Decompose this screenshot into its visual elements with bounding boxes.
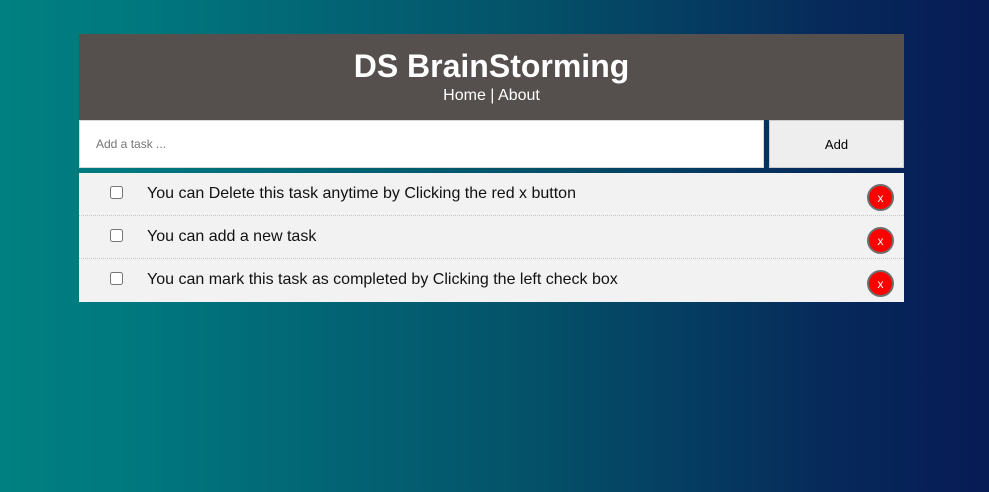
task-checkbox[interactable] [110, 186, 123, 199]
delete-task-button[interactable]: x [867, 184, 894, 211]
task-text: You can mark this task as completed by C… [147, 271, 618, 288]
task-item: You can add a new task x [79, 216, 904, 259]
task-input[interactable] [79, 120, 764, 168]
add-task-row: Add [79, 120, 904, 168]
nav-link-about[interactable]: About [498, 87, 540, 104]
task-text: You can add a new task [147, 228, 317, 245]
task-checkbox[interactable] [110, 229, 123, 242]
task-list: You can Delete this task anytime by Clic… [79, 173, 904, 302]
task-checkbox[interactable] [110, 272, 123, 285]
task-text: You can Delete this task anytime by Clic… [147, 185, 576, 202]
nav-link-home[interactable]: Home [443, 87, 486, 104]
task-item: You can Delete this task anytime by Clic… [79, 173, 904, 216]
task-item: You can mark this task as completed by C… [79, 259, 904, 302]
nav-bar: Home | About [79, 86, 904, 106]
add-button[interactable]: Add [769, 120, 904, 168]
delete-task-button[interactable]: x [867, 270, 894, 297]
nav-separator: | [490, 87, 495, 104]
page-title: DS BrainStorming [353, 48, 630, 84]
header: DS BrainStorming Home | About [79, 34, 904, 120]
delete-task-button[interactable]: x [867, 227, 894, 254]
todo-app: DS BrainStorming Home | About Add You ca… [79, 34, 904, 302]
